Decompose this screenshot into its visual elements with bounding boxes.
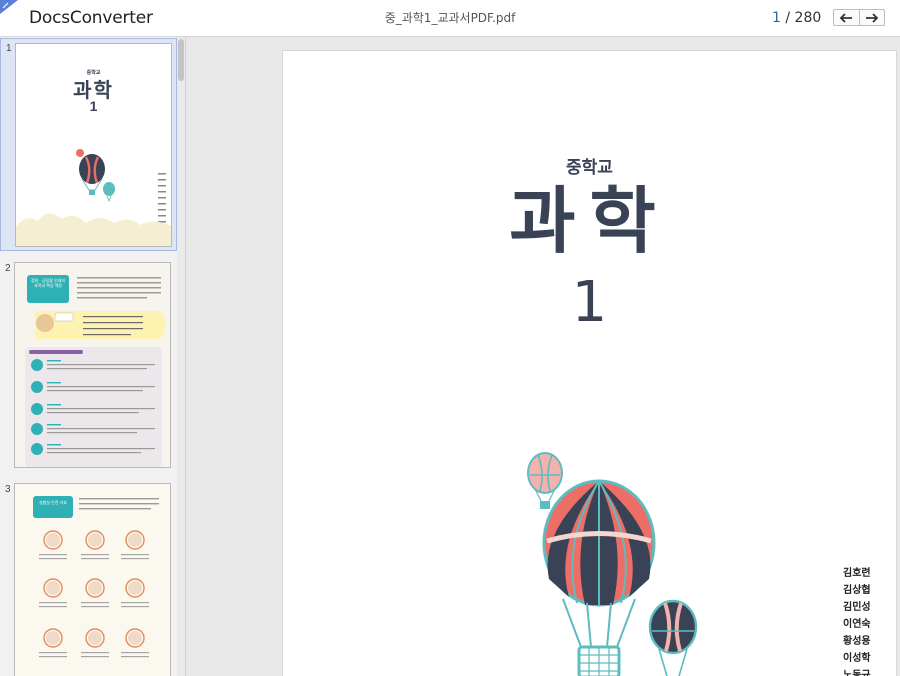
cover-volume-number: 1 <box>571 270 608 335</box>
document-viewer: 중학교 과학 1 김호련 김상협 김민성 이연숙 황성용 이성학 노동규 <box>187 37 900 676</box>
thumbnail-safety-icons <box>39 498 159 658</box>
page-nav <box>833 9 885 26</box>
cover-school-text: 중학교 <box>566 158 613 178</box>
sidebar-scroll-thumb[interactable] <box>178 39 184 81</box>
thumbnail-page-2[interactable]: 2 정의 · 공정할 인재의 과학과 핵심 역량 <box>0 259 177 472</box>
thumbnail-number: 3 <box>5 484 11 495</box>
author-name: 황성용 <box>843 636 871 647</box>
next-page-button[interactable] <box>858 10 885 25</box>
thumbnail-preview: 실험실 안전 기호 <box>14 483 171 676</box>
thumbnail-number: 2 <box>5 263 11 274</box>
page-separator: / <box>785 10 791 26</box>
previous-page-button[interactable] <box>834 10 859 25</box>
author-name: 이연숙 <box>843 619 871 630</box>
thumbnail-preview: 중학교 과학 1 <box>15 43 172 247</box>
thumbnail-content-illustration <box>25 277 165 467</box>
author-list: 김호련 김상협 김민성 이연숙 황성용 이성학 노동규 <box>843 564 871 676</box>
document-page: 중학교 과학 1 김호련 김상협 김민성 이연숙 황성용 이성학 노동규 <box>282 50 897 676</box>
thumbnail-sidebar: 1 중학교 과학 1 2 정의 · 공정할 인재의 과학과 핵심 역량 3 실험… <box>0 37 186 676</box>
author-name: 이성학 <box>843 653 871 664</box>
page-indicator: 1 / 280 <box>772 10 821 26</box>
thumbnail-balloon-illustration <box>16 149 171 246</box>
arrow-left-icon <box>839 12 853 23</box>
author-name: 노동규 <box>843 670 871 676</box>
hot-air-balloon-illustration <box>527 452 698 676</box>
file-name: 중_과학1_교과서PDF.pdf <box>384 11 516 25</box>
thumbnail-page-3[interactable]: 3 실험실 안전 기호 <box>0 480 177 676</box>
arrow-right-icon <box>865 12 879 23</box>
author-name: 김호련 <box>843 568 871 579</box>
author-name: 김상협 <box>843 585 871 596</box>
app-header: DocsConverter 중_과학1_교과서PDF.pdf 1 / 280 <box>0 0 900 37</box>
thumbnail-preview: 정의 · 공정할 인재의 과학과 핵심 역량 <box>14 262 171 468</box>
thumbnail-number: 1 <box>6 43 12 54</box>
author-name: 김민성 <box>843 602 871 613</box>
sidebar-scrollbar[interactable] <box>177 37 185 676</box>
total-pages: 280 <box>794 10 822 26</box>
current-page-input[interactable]: 1 <box>772 10 781 26</box>
cover-subject-title: 과학 <box>509 179 670 263</box>
thumbnail-page-1[interactable]: 1 중학교 과학 1 <box>0 38 177 251</box>
thumbnail-volume-text: 1 <box>89 98 98 114</box>
